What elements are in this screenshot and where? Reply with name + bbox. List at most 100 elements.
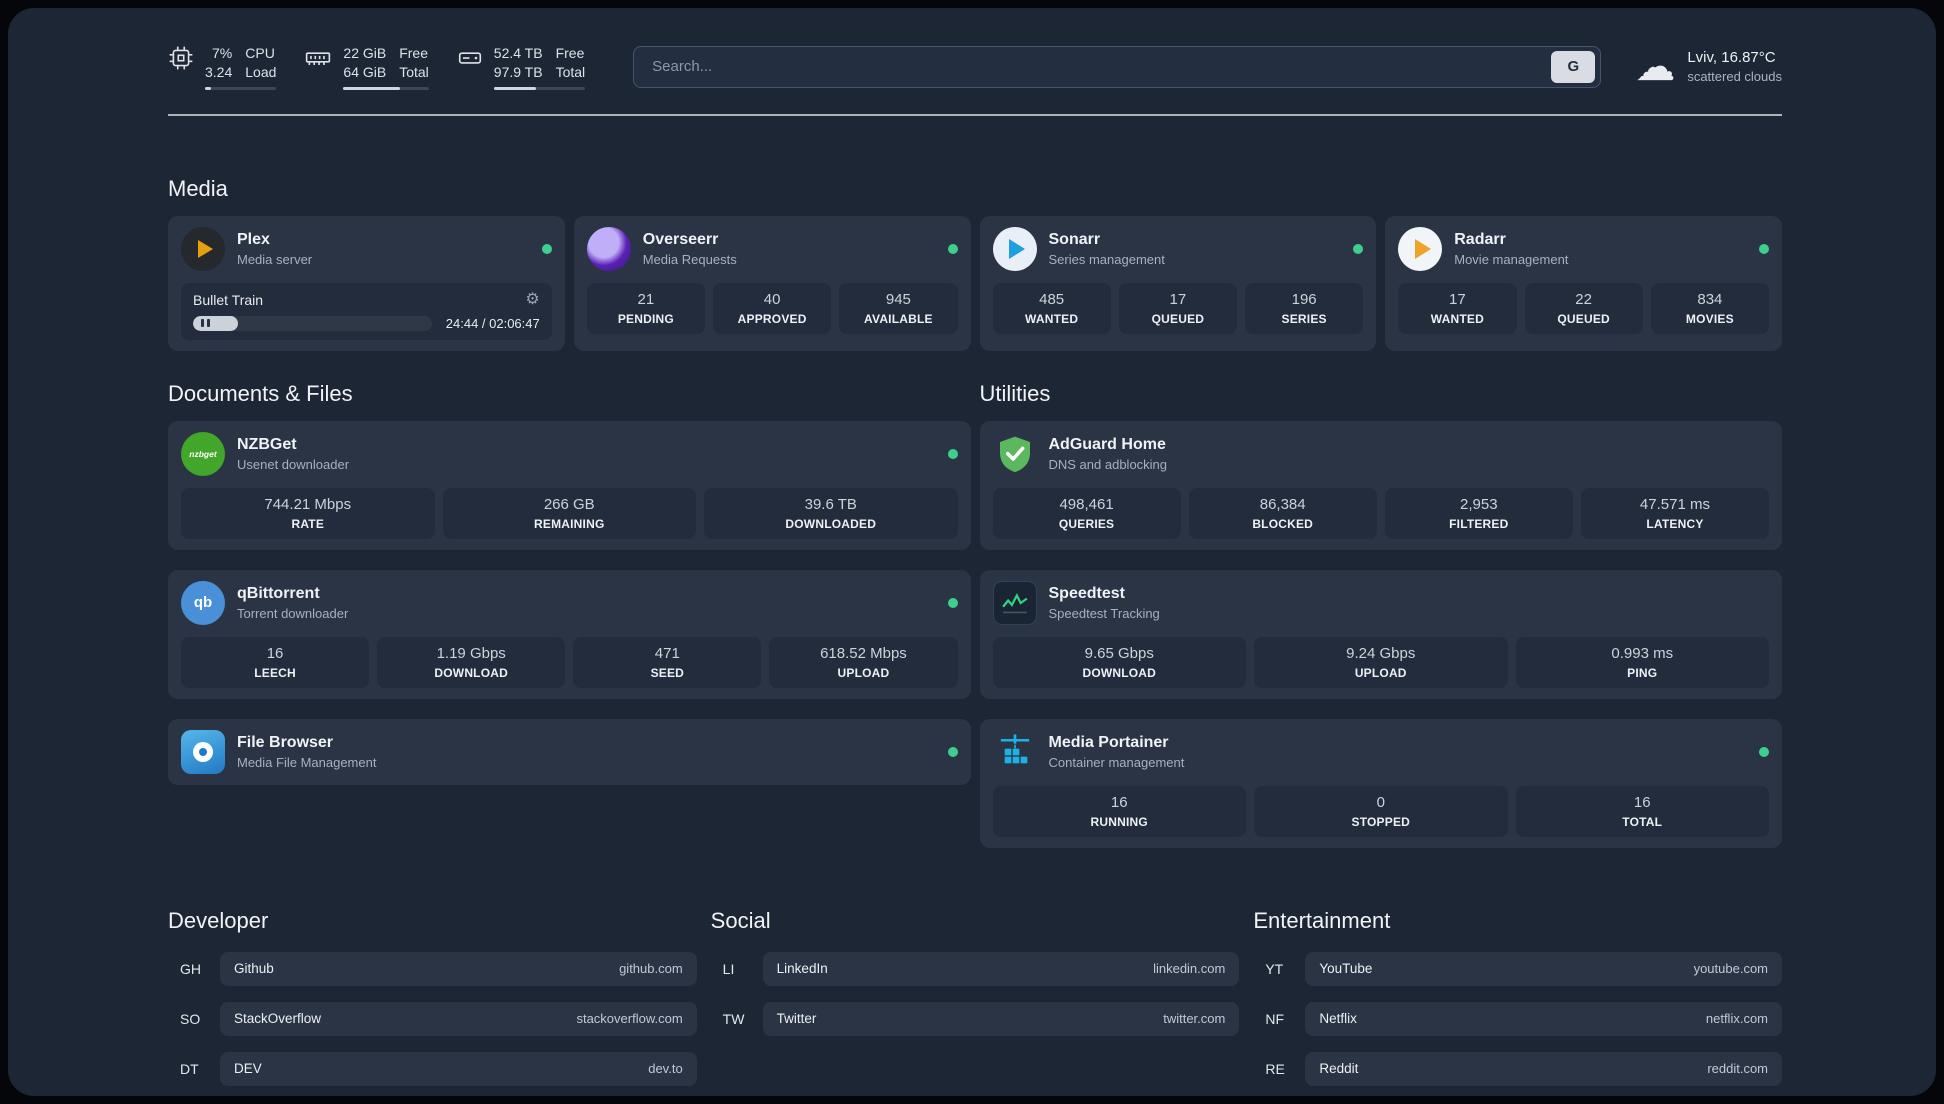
- service-card-speedtest[interactable]: Speedtest Speedtest Tracking 9.65 Gbps D…: [979, 569, 1782, 699]
- service-card-filebrowser[interactable]: File Browser Media File Management: [168, 718, 971, 785]
- disk-usage-bar: [493, 86, 586, 90]
- stat-block: 9.65 Gbps DOWNLOAD: [992, 636, 1246, 688]
- stat-block: 16 TOTAL: [1515, 785, 1769, 837]
- stat-block: 485 WANTED: [992, 282, 1111, 334]
- section-title-documents: Documents & Files: [168, 380, 353, 406]
- sonarr-icon: [992, 226, 1037, 271]
- now-playing-title: Bullet Train: [193, 291, 264, 308]
- service-card-nzbget[interactable]: nzbget NZBGet Usenet downloader 744.21 M…: [168, 420, 971, 550]
- service-name: NZBGet: [237, 435, 297, 453]
- memory-free: 22 GiB: [343, 45, 387, 61]
- bookmark-link-netflix[interactable]: Netflix netflix.com: [1305, 1001, 1783, 1036]
- cpu-usage-fill: [205, 86, 211, 90]
- filebrowser-icon: [181, 729, 225, 774]
- bookmark-link-stackoverflow[interactable]: StackOverflow stackoverflow.com: [220, 1001, 697, 1036]
- pause-icon[interactable]: [201, 319, 210, 328]
- disk-free: 52.4 TB: [493, 45, 543, 61]
- service-name: Radarr: [1454, 230, 1506, 248]
- service-card-sonarr[interactable]: Sonarr Series management 485 WANTED 17 Q…: [979, 215, 1377, 351]
- status-dot: [1759, 243, 1769, 254]
- stat-block: 945 AVAILABLE: [839, 282, 958, 334]
- bookmark-abbr: YT: [1265, 960, 1284, 977]
- service-card-qbittorrent[interactable]: qb qBittorrent Torrent downloader 16 LEE…: [168, 569, 971, 699]
- stat-block: 2,953 FILTERED: [1384, 487, 1573, 539]
- search-input[interactable]: [650, 57, 1552, 77]
- playback-progress-bar[interactable]: [193, 315, 432, 331]
- status-dot: [947, 448, 958, 459]
- section-documents: Documents & Files nzbget NZBGet Usenet d…: [168, 381, 971, 848]
- service-name: Media Portainer: [1048, 733, 1169, 751]
- cpu-icon: [168, 45, 194, 71]
- service-card-adguard[interactable]: AdGuard Home DNS and adblocking 498,461 …: [979, 420, 1782, 550]
- status-dot: [1759, 746, 1769, 757]
- service-desc: Speedtest Tracking: [1048, 605, 1160, 621]
- service-desc: DNS and adblocking: [1048, 456, 1168, 472]
- section-title-media: Media: [168, 175, 228, 201]
- section-title-developer: Developer: [168, 907, 269, 933]
- stat-block: 16 RUNNING: [992, 785, 1246, 837]
- search-provider-button[interactable]: G: [1551, 50, 1596, 83]
- bookmark-row: LI LinkedIn linkedin.com: [711, 951, 1240, 986]
- cpu-load: 3.24: [205, 63, 233, 80]
- bookmark-abbr: RE: [1265, 1060, 1285, 1077]
- stat-block: 0 STOPPED: [1254, 785, 1508, 837]
- service-name: AdGuard Home: [1048, 435, 1166, 453]
- bookmark-abbr: NF: [1265, 1010, 1285, 1027]
- section-utilities: Utilities AdGuard Home DNS and adblockin…: [979, 380, 1782, 848]
- cloud-icon: ☁: [1635, 44, 1676, 89]
- bookmarks-entertainment: Entertainment YT YouTube youtube.com NF …: [1253, 908, 1783, 1096]
- service-desc: Media server: [237, 251, 313, 267]
- bookmark-link-reddit[interactable]: Reddit reddit.com: [1305, 1051, 1783, 1086]
- stat-block: 47.571 ms LATENCY: [1580, 487, 1769, 539]
- stat-block: 9.24 Gbps UPLOAD: [1254, 636, 1508, 688]
- service-desc: Movie management: [1454, 251, 1569, 267]
- bookmark-row: DT DEV dev.to: [168, 1051, 697, 1086]
- service-card-plex[interactable]: Plex Media server Bullet Train ⚙ 24:44 /…: [168, 215, 565, 351]
- service-card-portainer[interactable]: Media Portainer Container management 16 …: [979, 718, 1782, 848]
- bookmark-link-youtube[interactable]: YouTube youtube.com: [1305, 951, 1783, 986]
- gear-icon[interactable]: ⚙: [525, 291, 539, 308]
- memory-total: 64 GiB: [343, 63, 387, 80]
- disk-icon: [457, 45, 483, 71]
- cpu-label: CPU: [245, 45, 275, 61]
- memory-widget: 22 GiB 64 GiB Free Total: [304, 44, 429, 90]
- stat-block: 196 SERIES: [1245, 282, 1364, 334]
- bookmark-abbr: LI: [722, 960, 735, 977]
- service-desc: Torrent downloader: [237, 605, 349, 621]
- bookmark-link-dev[interactable]: DEV dev.to: [220, 1051, 697, 1086]
- service-name: qBittorrent: [237, 584, 320, 602]
- status-dot: [947, 597, 958, 608]
- stat-block: 21 PENDING: [586, 282, 705, 334]
- service-name: Speedtest: [1048, 584, 1125, 602]
- service-card-overseerr[interactable]: Overseerr Media Requests 21 PENDING 40 A…: [573, 215, 971, 351]
- status-dot: [947, 243, 958, 254]
- search-bar[interactable]: G: [633, 45, 1602, 88]
- disk-free-label: Free: [555, 45, 585, 61]
- stat-block: 471 SEED: [573, 636, 762, 688]
- bookmark-row: NF Netflix netflix.com: [1253, 1001, 1783, 1036]
- bookmark-abbr: GH: [180, 960, 201, 977]
- bookmark-abbr: DT: [180, 1060, 199, 1077]
- disk-usage-fill: [493, 86, 536, 90]
- bookmark-link-twitter[interactable]: Twitter twitter.com: [762, 1001, 1240, 1036]
- bookmark-row: YT YouTube youtube.com: [1253, 951, 1783, 986]
- memory-icon: [304, 45, 332, 71]
- bookmark-link-github[interactable]: Github github.com: [220, 951, 697, 986]
- playback-progress-fill: [193, 315, 239, 331]
- section-title-social: Social: [710, 907, 771, 933]
- media-cards-row: Plex Media server Bullet Train ⚙ 24:44 /…: [168, 215, 1782, 351]
- status-dot: [947, 746, 958, 757]
- service-card-radarr[interactable]: Radarr Movie management 17 WANTED 22 QUE…: [1385, 215, 1782, 351]
- weather-location: Lviv, 16.87°C: [1687, 49, 1776, 67]
- plex-icon: [181, 226, 225, 271]
- bookmark-link-linkedin[interactable]: LinkedIn linkedin.com: [762, 951, 1240, 986]
- stat-block: 618.52 Mbps UPLOAD: [769, 636, 958, 688]
- bookmark-row: TW Twitter twitter.com: [711, 1001, 1240, 1036]
- stat-block: 744.21 Mbps RATE: [181, 487, 435, 539]
- stat-block: 1.19 Gbps DOWNLOAD: [377, 636, 566, 688]
- stat-block: 17 WANTED: [1398, 282, 1517, 334]
- radarr-icon: [1398, 226, 1443, 271]
- cpu-load-label: Load: [245, 63, 277, 80]
- section-title-utilities: Utilities: [979, 380, 1051, 406]
- dashboard-page: 7% 3.24 CPU Load 22 GiB 64 GiB Free Tota…: [8, 8, 1936, 1096]
